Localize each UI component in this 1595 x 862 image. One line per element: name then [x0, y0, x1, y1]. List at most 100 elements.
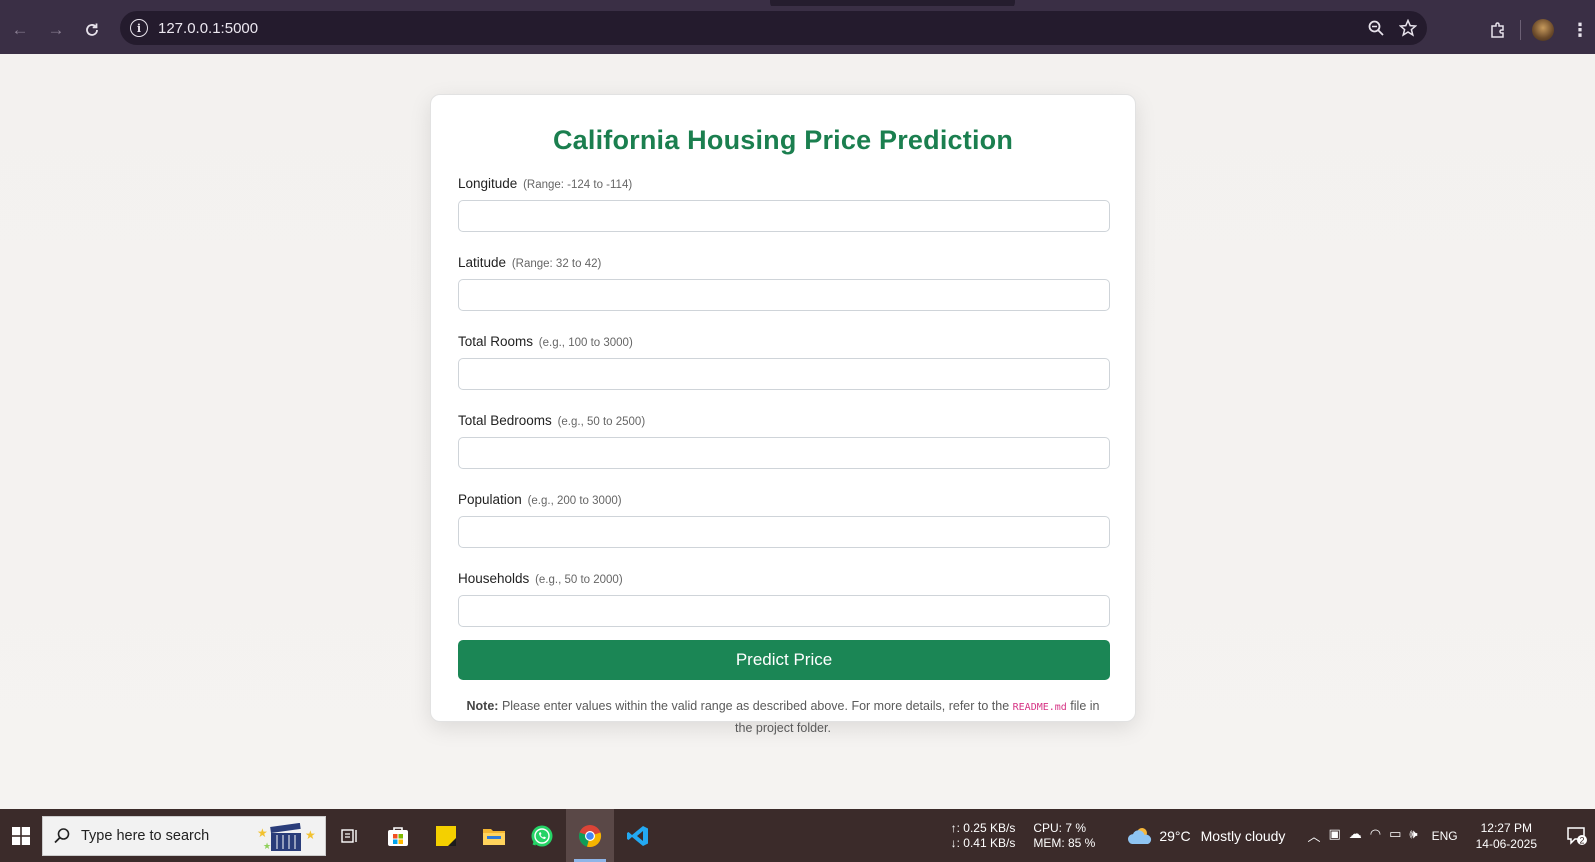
wifi-icon[interactable]: ◠ — [1370, 826, 1381, 845]
memory-usage: MEM: 85 % — [1033, 835, 1096, 850]
field-label: Latitude (Range: 32 to 42) — [458, 254, 1108, 272]
notification-count: 2 — [1579, 835, 1584, 845]
note-prefix: Note: — [466, 699, 499, 713]
menu-button[interactable]: ⋮ — [1565, 6, 1595, 54]
folder-icon — [483, 828, 505, 845]
page-viewport: California Housing Price Prediction Long… — [0, 54, 1595, 809]
extensions-button[interactable] — [1476, 6, 1520, 54]
input-language[interactable]: ENG — [1432, 829, 1458, 843]
field-hint: (Range: 32 to 42) — [511, 258, 602, 270]
svg-text:★: ★ — [257, 826, 268, 840]
sticky-notes-icon — [436, 825, 456, 846]
weather-condition: Mostly cloudy — [1200, 827, 1286, 844]
forward-button[interactable]: → — [38, 12, 74, 48]
notification-icon: 2 — [1567, 826, 1587, 845]
address-bar[interactable]: i 127.0.0.1:5000 — [120, 11, 1427, 45]
windows-taskbar: Type here to search ★ ★ ★ ↑: 0.25 KB/s ↓: … — [0, 809, 1595, 862]
meet-now-icon[interactable]: ▣ — [1328, 826, 1340, 845]
battery-icon[interactable]: ▭ — [1389, 826, 1401, 845]
field-label-text: Total Bedrooms — [458, 413, 552, 428]
volume-icon[interactable]: 🕪 — [1409, 826, 1417, 845]
taskbar-search-box[interactable]: Type here to search ★ ★ ★ — [42, 815, 326, 856]
arrow-left-icon: ← — [11, 20, 29, 39]
field-label-text: Total Rooms — [458, 334, 534, 349]
network-speed: ↑: 0.25 KB/s ↓: 0.41 KB/s — [951, 821, 1016, 851]
longitude-input[interactable] — [458, 200, 1110, 232]
reload-button[interactable] — [74, 12, 110, 48]
chevron-up-icon[interactable]: ︿ — [1307, 826, 1320, 845]
upload-speed: ↑: 0.25 KB/s — [950, 820, 1016, 835]
back-button[interactable]: ← — [2, 12, 38, 48]
clock-time: 12:27 PM — [1480, 820, 1532, 835]
households-input[interactable] — [458, 595, 1110, 627]
predict-price-button[interactable]: Predict Price — [458, 640, 1110, 680]
taskbar-app-vscode[interactable] — [614, 809, 662, 862]
field-label-text: Latitude — [458, 255, 507, 270]
field-hint: (Range: -124 to -114) — [523, 179, 633, 191]
task-view-button[interactable] — [326, 809, 374, 862]
field-label-text: Households — [458, 571, 530, 586]
svg-text:★: ★ — [305, 828, 316, 842]
taskbar-app-file-explorer[interactable] — [470, 809, 518, 862]
form-note: Note: Please enter values within the val… — [458, 696, 1108, 739]
avatar — [1532, 19, 1554, 41]
field-hint: (e.g., 50 to 2500) — [557, 416, 646, 428]
microsoft-store-icon — [388, 826, 408, 846]
field-longitude: Longitude (Range: -124 to -114) — [458, 175, 1110, 232]
windows-logo-icon — [12, 826, 30, 845]
vscode-icon — [627, 825, 648, 846]
readme-filename: README.md — [1012, 702, 1067, 713]
site-info-icon[interactable]: i — [130, 19, 148, 37]
puzzle-icon — [1491, 22, 1504, 38]
system-stats: CPU: 7 % MEM: 85 % — [1033, 821, 1095, 851]
profile-button[interactable] — [1521, 6, 1565, 54]
zoom-icon[interactable] — [1367, 19, 1385, 37]
population-input[interactable] — [458, 516, 1110, 548]
clock[interactable]: 12:27 PM 14-06-2025 — [1476, 820, 1537, 852]
url-text[interactable]: 127.0.0.1:5000 — [158, 20, 258, 37]
search-highlight-clapperboard-icon: ★ ★★ — [257, 822, 316, 851]
chrome-icon — [578, 824, 602, 847]
field-label: Households (e.g., 50 to 2000) — [458, 570, 1108, 588]
search-icon — [54, 827, 70, 843]
total-bedrooms-input[interactable] — [458, 437, 1110, 469]
arrow-right-icon: → — [47, 20, 65, 39]
tray-icons: ︿ ▣ ☁ ◠ ▭ 🕪 — [1307, 826, 1417, 845]
field-latitude: Latitude (Range: 32 to 42) — [458, 254, 1110, 311]
onedrive-cloud-icon[interactable]: ☁ — [1349, 826, 1362, 845]
clock-date: 14-06-2025 — [1475, 836, 1537, 851]
taskbar-app-store[interactable] — [374, 809, 422, 862]
field-total-rooms: Total Rooms (e.g., 100 to 3000) — [458, 333, 1110, 390]
field-hint: (e.g., 100 to 3000) — [538, 337, 633, 349]
field-label-text: Longitude — [458, 176, 518, 191]
cloudy-weather-icon — [1128, 827, 1152, 844]
whatsapp-icon — [531, 825, 553, 846]
field-hint: (e.g., 50 to 2000) — [535, 574, 623, 586]
bookmark-star-icon[interactable] — [1399, 19, 1417, 37]
search-placeholder: Type here to search — [81, 827, 210, 844]
taskbar-app-whatsapp[interactable] — [518, 809, 566, 862]
field-label: Longitude (Range: -124 to -114) — [458, 175, 1108, 193]
field-population: Population (e.g., 200 to 3000) — [458, 491, 1110, 548]
field-households: Households (e.g., 50 to 2000) — [458, 570, 1110, 627]
field-label-text: Population — [458, 492, 522, 507]
latitude-input[interactable] — [458, 279, 1110, 311]
start-button[interactable] — [0, 809, 42, 862]
total-rooms-input[interactable] — [458, 358, 1110, 390]
field-total-bedrooms: Total Bedrooms (e.g., 50 to 2500) — [458, 412, 1110, 469]
form-fields: Longitude (Range: -124 to -114) Latitude… — [458, 175, 1110, 627]
svg-text:★: ★ — [263, 841, 271, 851]
note-text: Please enter values within the valid ran… — [498, 699, 1013, 713]
field-label: Total Rooms (e.g., 100 to 3000) — [458, 333, 1108, 351]
browser-toolbar: ← → i 127.0.0.1:5000 ⋮ — [0, 6, 1595, 54]
notification-center-button[interactable]: 2 — [1559, 809, 1595, 862]
cpu-usage: CPU: 7 % — [1033, 820, 1087, 835]
field-label: Population (e.g., 200 to 3000) — [458, 491, 1108, 509]
taskbar-app-chrome[interactable] — [566, 809, 614, 862]
weather-widget[interactable]: 29°C Mostly cloudy — [1127, 825, 1285, 847]
field-hint: (e.g., 200 to 3000) — [527, 495, 622, 507]
system-tray: ↑: 0.25 KB/s ↓: 0.41 KB/s CPU: 7 % MEM: … — [951, 809, 1595, 862]
taskbar-app-sticky-notes[interactable] — [422, 809, 470, 862]
download-speed: ↓: 0.41 KB/s — [950, 835, 1016, 850]
temperature: 29°C — [1159, 827, 1191, 844]
